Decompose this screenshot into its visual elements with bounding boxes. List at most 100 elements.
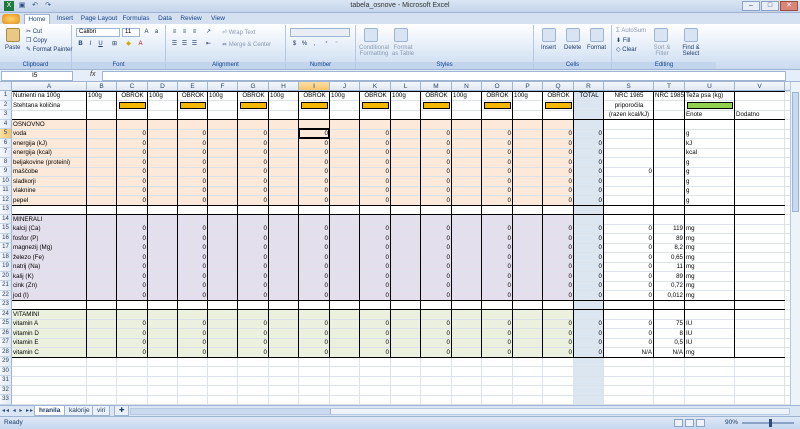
cell-I1[interactable]: OBROK bbox=[300, 91, 329, 101]
obrok-input-1[interactable] bbox=[119, 102, 146, 109]
cell-R21[interactable]: 0 bbox=[575, 281, 603, 291]
cell-E21[interactable]: 0 bbox=[179, 281, 207, 291]
nutrient-name[interactable]: magnezij (Mg) bbox=[13, 243, 86, 253]
cell-E18[interactable]: 0 bbox=[179, 253, 207, 263]
fill-color-icon[interactable]: ◆ bbox=[124, 40, 133, 48]
cell-O9[interactable]: 0 bbox=[483, 167, 512, 177]
row-header-18[interactable]: 18 bbox=[0, 252, 12, 262]
cell-G10[interactable]: 0 bbox=[239, 177, 268, 187]
cell-O28[interactable]: 0 bbox=[483, 348, 512, 358]
fill-button[interactable]: ⬇ Fill bbox=[616, 37, 630, 44]
cell-I15[interactable]: 0 bbox=[300, 224, 329, 234]
borders-icon[interactable]: ⊞ bbox=[110, 40, 119, 48]
row-header-5[interactable]: 5 bbox=[0, 129, 12, 139]
cell-R11[interactable]: 0 bbox=[575, 186, 603, 196]
cell-K12[interactable]: 0 bbox=[361, 196, 390, 206]
sheet-nav-arrows-icon[interactable]: ◂◂ ◂ ▸ ▸▸ bbox=[2, 407, 34, 414]
cell-C18[interactable]: 0 bbox=[118, 253, 147, 263]
cell-O27[interactable]: 0 bbox=[483, 338, 512, 348]
grow-font-icon[interactable]: A bbox=[142, 28, 151, 36]
cell-I22[interactable]: 0 bbox=[300, 291, 329, 301]
cell-Q9[interactable]: 0 bbox=[544, 167, 573, 177]
cell-K11[interactable]: 0 bbox=[361, 186, 390, 196]
nutrient-name[interactable]: natrij (Na) bbox=[13, 262, 86, 272]
row-header-28[interactable]: 28 bbox=[0, 347, 12, 357]
row-header-7[interactable]: 7 bbox=[0, 148, 12, 158]
ribbon-tab-view[interactable]: View bbox=[207, 14, 229, 24]
cell-T25[interactable]: 75 bbox=[655, 319, 684, 329]
conditional-formatting-icon[interactable] bbox=[364, 28, 378, 42]
cell-Q26[interactable]: 0 bbox=[544, 329, 573, 339]
cell-U7[interactable]: kcal bbox=[686, 148, 734, 158]
cell-O6[interactable]: 0 bbox=[483, 139, 512, 149]
cell-N1[interactable]: 100g bbox=[453, 91, 481, 101]
cell-R16[interactable]: 0 bbox=[575, 234, 603, 244]
cell-I12[interactable]: 0 bbox=[300, 196, 329, 206]
cell-O16[interactable]: 0 bbox=[483, 234, 512, 244]
cell-U19[interactable]: mg bbox=[686, 262, 734, 272]
row-header-24[interactable]: 24 bbox=[0, 309, 12, 319]
cell-S20[interactable]: 0 bbox=[605, 272, 653, 282]
cell-G17[interactable]: 0 bbox=[239, 243, 268, 253]
format-cells-button[interactable]: Format bbox=[587, 45, 606, 51]
cell-C28[interactable]: 0 bbox=[118, 348, 147, 358]
cell-C11[interactable]: 0 bbox=[118, 186, 147, 196]
cell-R19[interactable]: 0 bbox=[575, 262, 603, 272]
cell-M25[interactable]: 0 bbox=[422, 319, 451, 329]
cell-U9[interactable]: g bbox=[686, 167, 734, 177]
cell-O8[interactable]: 0 bbox=[483, 158, 512, 168]
shrink-font-icon[interactable]: a bbox=[152, 28, 161, 36]
cell-C16[interactable]: 0 bbox=[118, 234, 147, 244]
cell-O5[interactable]: 0 bbox=[483, 129, 512, 139]
font-name-select[interactable]: Calibri bbox=[76, 28, 120, 37]
cell-C8[interactable]: 0 bbox=[118, 158, 147, 168]
cell-M28[interactable]: 0 bbox=[422, 348, 451, 358]
nutrient-name[interactable]: vitamin D bbox=[13, 329, 86, 339]
cell-F1[interactable]: 100g bbox=[209, 91, 237, 101]
nutrient-name[interactable]: jod (I) bbox=[13, 291, 86, 301]
cell-G9[interactable]: 0 bbox=[239, 167, 268, 177]
row-header-9[interactable]: 9 bbox=[0, 167, 12, 177]
format-table-icon[interactable] bbox=[394, 28, 408, 42]
row-header-29[interactable]: 29 bbox=[0, 357, 12, 367]
sheet-tab-viri[interactable]: viri bbox=[92, 406, 111, 416]
nutrient-name[interactable]: voda bbox=[13, 129, 86, 139]
nutrient-name[interactable]: maščobe bbox=[13, 167, 86, 177]
cell-G7[interactable]: 0 bbox=[239, 148, 268, 158]
cell-C26[interactable]: 0 bbox=[118, 329, 147, 339]
cell-G22[interactable]: 0 bbox=[239, 291, 268, 301]
cell-C19[interactable]: 0 bbox=[118, 262, 147, 272]
cell-Q10[interactable]: 0 bbox=[544, 177, 573, 187]
cell-G25[interactable]: 0 bbox=[239, 319, 268, 329]
row-header-2[interactable]: 2 bbox=[0, 100, 12, 110]
cell-U26[interactable]: IU bbox=[686, 329, 734, 339]
merge-center-button[interactable]: ⬌ Merge & Center bbox=[222, 41, 271, 48]
cell-O21[interactable]: 0 bbox=[483, 281, 512, 291]
cell-S27[interactable]: 0 bbox=[605, 338, 653, 348]
spreadsheet-grid[interactable]: ABCDEFGHIJKLMNOPQRSTUVW 1234567891011121… bbox=[0, 82, 790, 405]
cell-M1[interactable]: OBROK bbox=[422, 91, 451, 101]
cell-T1[interactable]: NRC 1985 bbox=[655, 91, 684, 101]
cell-R17[interactable]: 0 bbox=[575, 243, 603, 253]
cell-M7[interactable]: 0 bbox=[422, 148, 451, 158]
cell-I16[interactable]: 0 bbox=[300, 234, 329, 244]
underline-icon[interactable]: U bbox=[96, 40, 105, 48]
row-header-16[interactable]: 16 bbox=[0, 233, 12, 243]
cell-M26[interactable]: 0 bbox=[422, 329, 451, 339]
clear-button[interactable]: ◇ Clear bbox=[616, 46, 637, 53]
autosum-button[interactable]: Σ AutoSum bbox=[616, 28, 646, 34]
fx-icon[interactable]: fx bbox=[90, 71, 95, 78]
cell-G5[interactable]: 0 bbox=[239, 129, 268, 139]
cell-I28[interactable]: 0 bbox=[300, 348, 329, 358]
paste-button[interactable]: Paste bbox=[5, 45, 20, 51]
cell-U1[interactable]: Teža psa (kg) bbox=[686, 91, 734, 101]
nutrient-name[interactable]: vitamin E bbox=[13, 338, 86, 348]
wrap-text-button[interactable]: ⏎ Wrap Text bbox=[222, 29, 256, 36]
cell-O7[interactable]: 0 bbox=[483, 148, 512, 158]
cell-U27[interactable]: IU bbox=[686, 338, 734, 348]
cell-E10[interactable]: 0 bbox=[179, 177, 207, 187]
sheet-tab-hranila[interactable]: hranila bbox=[34, 406, 66, 416]
increase-decimal-icon[interactable]: ⁺ bbox=[322, 40, 331, 48]
cell-Q19[interactable]: 0 bbox=[544, 262, 573, 272]
cell-I20[interactable]: 0 bbox=[300, 272, 329, 282]
